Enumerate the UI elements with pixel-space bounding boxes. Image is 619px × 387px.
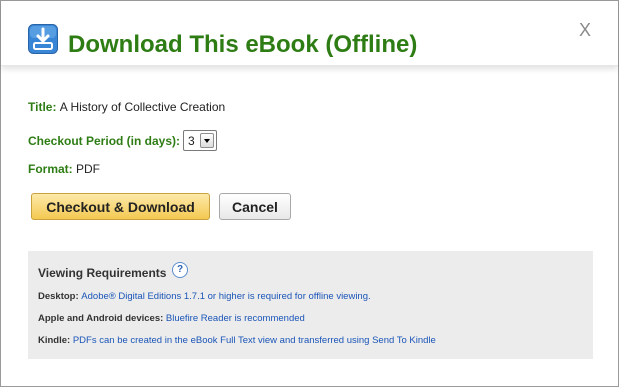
requirement-label: Desktop: [38,291,82,302]
dialog-title: Download This eBook (Offline) [68,31,418,58]
requirement-link[interactable]: Bluefire Reader is recommended [166,313,305,324]
dialog-header: Download This eBook (Offline) X [1,1,618,66]
format-value: PDF [76,162,100,176]
download-icon [28,24,58,54]
requirement-link[interactable]: PDFs can be created in the eBook Full Te… [73,335,436,346]
requirement-label: Apple and Android devices: [38,313,166,324]
viewing-requirements-panel: Viewing Requirements ? Desktop: Adobe® D… [28,251,593,359]
checkout-period-value: 3 [188,133,195,148]
checkout-period-select[interactable]: 3 [183,130,218,151]
requirement-link[interactable]: Adobe® Digital Editions 1.7.1 or higher … [81,291,370,302]
format-row: Format: PDF [28,162,100,176]
title-value: A History of Collective Creation [59,100,226,114]
requirement-label: Kindle: [38,335,73,346]
help-icon[interactable]: ? [172,262,188,278]
format-label: Format: [28,162,76,176]
requirement-mobile: Apple and Android devices: Bluefire Read… [38,313,305,324]
ebook-title-row: Title: A History of Collective Creation [28,100,225,114]
checkout-period-label: Checkout Period (in days): [28,133,181,148]
title-label: Title: [28,100,60,114]
requirement-kindle: Kindle: PDFs can be created in the eBook… [38,335,436,346]
chevron-down-icon[interactable] [200,133,215,148]
download-dialog: Download This eBook (Offline) X Title: A… [0,0,619,387]
checkout-download-button[interactable]: Checkout & Download [31,193,210,220]
viewing-requirements-title: Viewing Requirements [38,266,167,280]
close-button[interactable]: X [579,21,591,39]
requirement-desktop: Desktop: Adobe® Digital Editions 1.7.1 o… [38,291,371,302]
checkout-period-row: Checkout Period (in days): 3 [28,130,218,151]
cancel-button[interactable]: Cancel [219,193,291,220]
